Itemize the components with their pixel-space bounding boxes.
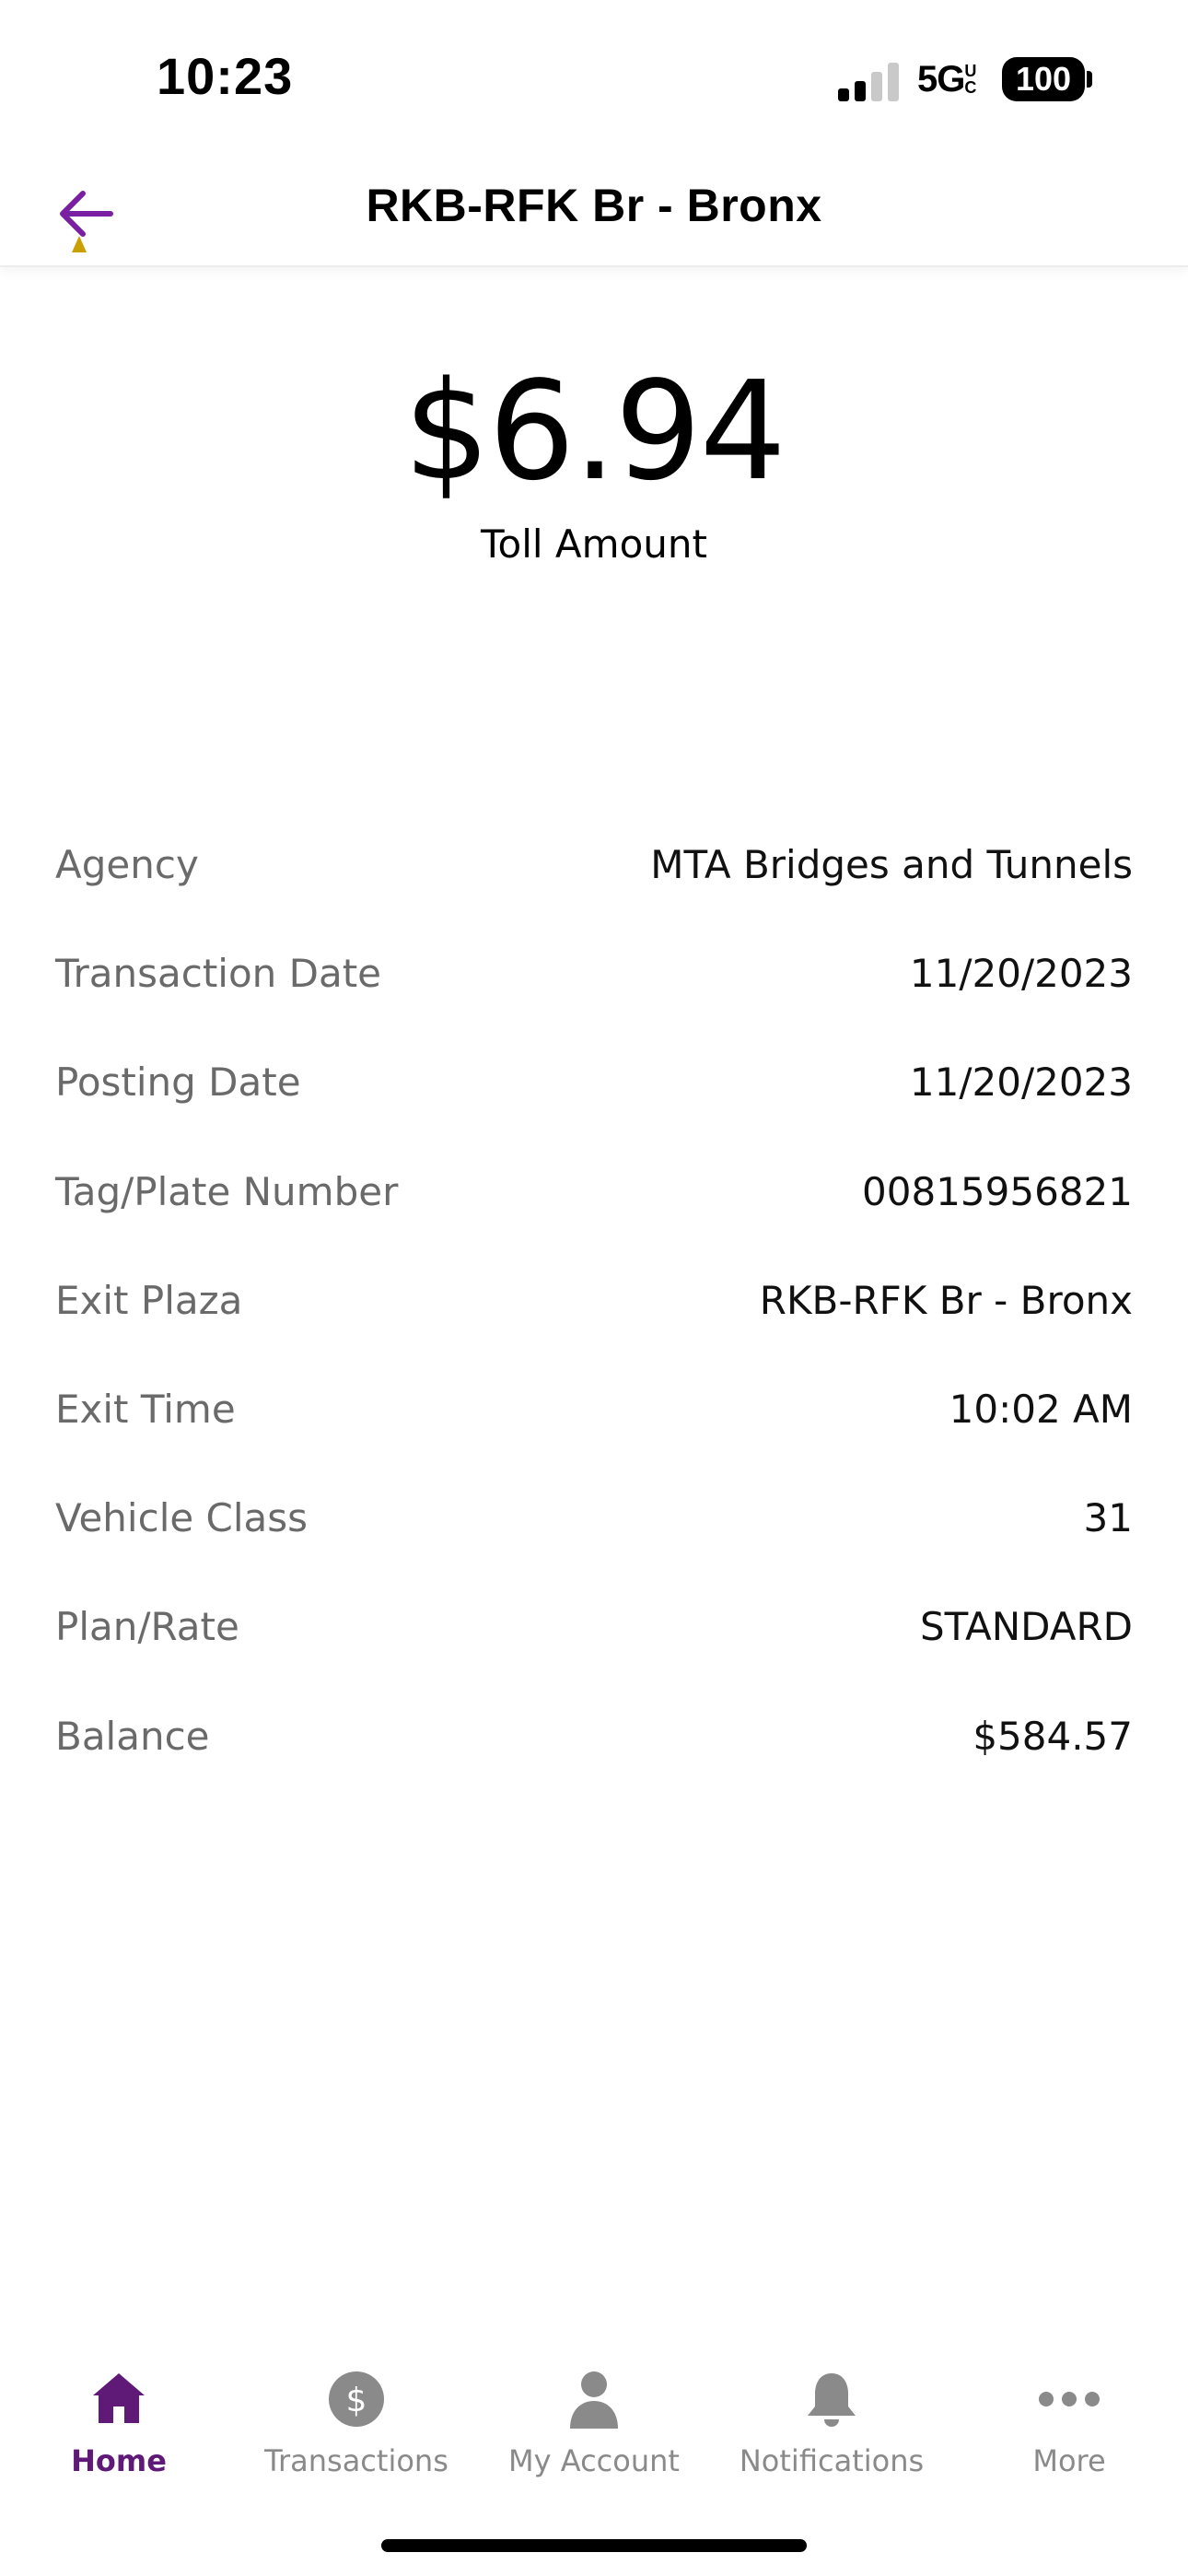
battery-cap: [1087, 71, 1092, 88]
battery-level: 100: [1002, 57, 1085, 101]
bell-icon: [808, 2373, 856, 2427]
detail-value: 10:02 AM: [949, 1386, 1133, 1432]
tab-label: Notifications: [739, 2443, 925, 2478]
tab-icon-wrap: $: [238, 2370, 475, 2434]
detail-row-vehicle-class: Vehicle Class 31: [55, 1481, 1133, 1589]
tab-home[interactable]: Home: [0, 2340, 238, 2506]
tab-label: Home: [71, 2443, 167, 2478]
detail-value: STANDARD: [919, 1604, 1133, 1650]
network-type: 5GUC: [917, 59, 977, 100]
tab-my-account[interactable]: My Account: [475, 2340, 713, 2506]
home-indicator: [381, 2539, 807, 2552]
detail-value: $584.57: [973, 1713, 1133, 1759]
detail-row-exit-time: Exit Time 10:02 AM: [55, 1372, 1133, 1481]
tab-icon-wrap: [0, 2370, 238, 2434]
person-icon: [570, 2371, 618, 2429]
home-icon: [93, 2373, 145, 2423]
tab-icon-wrap: [950, 2370, 1188, 2434]
toll-amount-label: Toll Amount: [481, 521, 707, 567]
detail-row-agency: Agency MTA Bridges and Tunnels: [55, 827, 1133, 936]
tab-icon-wrap: [475, 2370, 713, 2434]
detail-value: 00815956821: [862, 1168, 1133, 1214]
detail-label: Transaction Date: [55, 951, 382, 997]
tab-label: Transactions: [264, 2443, 448, 2478]
network-superscript: UC: [964, 62, 976, 97]
detail-label: Balance: [55, 1713, 210, 1759]
tab-label: More: [1032, 2443, 1106, 2478]
detail-label: Plan/Rate: [55, 1604, 239, 1650]
tab-icon-wrap: [713, 2370, 950, 2434]
detail-row-plan-rate: Plan/Rate STANDARD: [55, 1589, 1133, 1698]
detail-label: Exit Time: [55, 1386, 236, 1432]
detail-row-tag-plate-number: Tag/Plate Number 00815956821: [55, 1154, 1133, 1263]
detail-value: 11/20/2023: [909, 951, 1133, 997]
detail-label: Exit Plaza: [55, 1277, 243, 1323]
page-title: RKB-RFK Br - Bronx: [366, 180, 822, 231]
signal-icon: [838, 63, 899, 101]
detail-label: Posting Date: [55, 1060, 301, 1106]
detail-value: MTA Bridges and Tunnels: [650, 842, 1133, 887]
detail-row-exit-plaza: Exit Plaza RKB-RFK Br - Bronx: [55, 1263, 1133, 1372]
tab-bar: Home $ Transactions My Account Notificat…: [0, 2340, 1188, 2506]
tab-transactions[interactable]: $ Transactions: [238, 2340, 475, 2506]
network-label: 5G: [917, 59, 965, 100]
detail-value: 31: [1083, 1495, 1133, 1541]
transaction-details: Agency MTA Bridges and Tunnels Transacti…: [55, 827, 1133, 1808]
detail-label: Agency: [55, 842, 199, 887]
toll-amount: $6.94: [403, 352, 786, 510]
status-time: 10:23: [157, 47, 294, 105]
more-dots-icon: [1039, 2392, 1100, 2406]
battery-icon: 100: [1002, 57, 1092, 101]
detail-label: Tag/Plate Number: [55, 1168, 399, 1214]
tab-notifications[interactable]: Notifications: [713, 2340, 950, 2506]
detail-label: Vehicle Class: [55, 1495, 309, 1541]
detail-row-transaction-date: Transaction Date 11/20/2023: [55, 936, 1133, 1045]
nav-header: RKB-RFK Br - Bronx: [0, 157, 1188, 267]
tab-label: My Account: [508, 2443, 680, 2478]
status-bar: 10:23 5GUC 100: [0, 0, 1188, 157]
detail-value: RKB-RFK Br - Bronx: [759, 1277, 1133, 1323]
detail-row-balance: Balance $584.57: [55, 1699, 1133, 1808]
tab-more[interactable]: More: [950, 2340, 1188, 2506]
detail-row-posting-date: Posting Date 11/20/2023: [55, 1045, 1133, 1153]
detail-value: 11/20/2023: [909, 1060, 1133, 1106]
dollar-circle-icon: $: [329, 2371, 384, 2427]
svg-text:$: $: [346, 2382, 367, 2419]
